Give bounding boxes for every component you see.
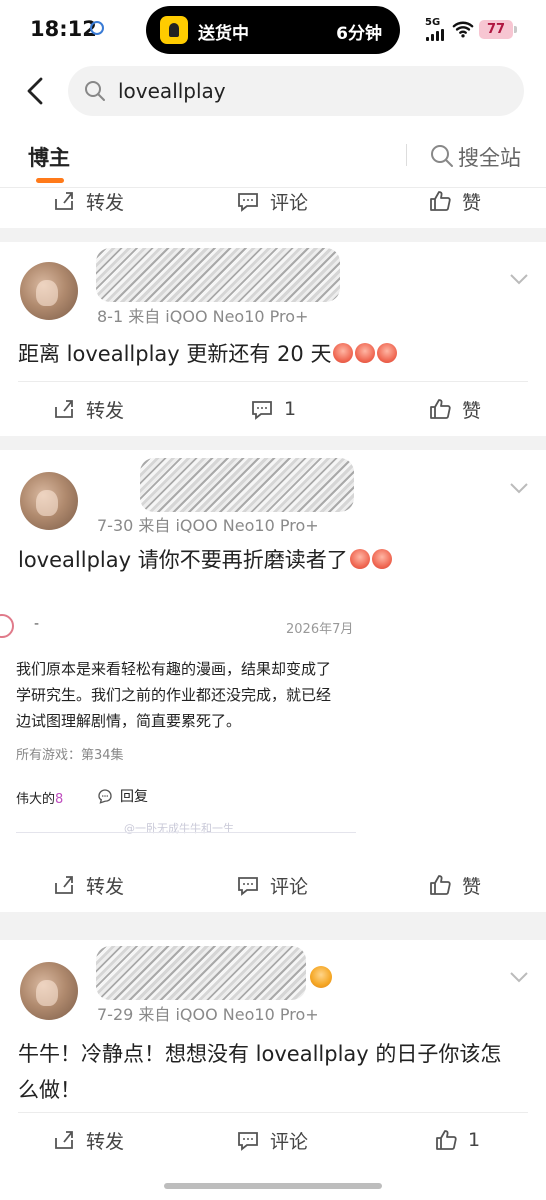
tab-blogger[interactable]: 博主 bbox=[28, 142, 70, 172]
clock: 18:12 bbox=[30, 17, 97, 41]
comment-icon bbox=[238, 1132, 258, 1151]
like-button[interactable]: 赞 bbox=[428, 176, 481, 226]
battery-level: 77 bbox=[486, 22, 506, 37]
divider bbox=[18, 381, 528, 382]
share-icon bbox=[55, 400, 73, 418]
search-all-label: 搜全站 bbox=[458, 146, 521, 170]
divider bbox=[406, 144, 407, 166]
avatar[interactable] bbox=[20, 262, 78, 320]
post-text: 牛牛！冷静点！想想没有 loveallplay 的日子你该怎 么做！ bbox=[18, 1042, 502, 1102]
delivery-app-icon bbox=[160, 16, 188, 44]
reply-button[interactable]: 回复 bbox=[96, 786, 148, 806]
like-button[interactable]: 赞 bbox=[428, 384, 481, 434]
comment-icon bbox=[98, 789, 112, 804]
action-bar: 转发 评论 赞 bbox=[0, 176, 546, 226]
redacted-username bbox=[140, 458, 354, 512]
post-meta: 8-1 来自 iQOO Neo10 Pro+ bbox=[97, 307, 309, 326]
battery-indicator: 77 bbox=[479, 20, 517, 39]
comment-button[interactable]: 1 bbox=[250, 384, 296, 434]
like-button[interactable]: 1 bbox=[434, 1115, 480, 1165]
quote-date: 2026年7月 bbox=[286, 622, 354, 637]
island-status: 送货中 bbox=[198, 24, 249, 44]
search-icon bbox=[431, 145, 453, 167]
emoji-icon bbox=[349, 549, 370, 569]
post-meta: 7-30 来自 iQOO Neo10 Pro+ bbox=[97, 516, 319, 535]
post-separator bbox=[0, 228, 546, 242]
divider bbox=[18, 1112, 528, 1113]
emoji-icon bbox=[355, 343, 376, 363]
avatar bbox=[0, 614, 14, 638]
network-type: 5G bbox=[425, 17, 441, 28]
redacted-username bbox=[96, 946, 306, 1000]
island-eta: 6分钟 bbox=[336, 24, 382, 44]
redacted-username bbox=[96, 248, 340, 302]
comment-button[interactable]: 评论 bbox=[236, 1115, 308, 1165]
emoji-icon bbox=[333, 343, 354, 363]
chevron-down-icon[interactable] bbox=[508, 268, 530, 290]
action-bar: 转发 1 赞 bbox=[0, 384, 546, 434]
quote-body: 我们原本是来看轻松有趣的漫画，结果却变成了 学研究生。我们之前的作业都还没完成，… bbox=[16, 660, 332, 730]
avatar[interactable] bbox=[20, 472, 78, 530]
home-indicator[interactable] bbox=[164, 1183, 382, 1189]
signal-icon bbox=[426, 29, 444, 41]
post-separator bbox=[0, 912, 546, 940]
thumbs-up-icon bbox=[430, 399, 451, 419]
emoji-icon bbox=[310, 966, 332, 988]
post-text: 距离 loveallplay 更新还有 20 天 bbox=[18, 336, 398, 372]
action-bar: 转发 评论 1 bbox=[0, 1115, 546, 1165]
location-icon bbox=[90, 21, 104, 35]
back-arrow-icon[interactable] bbox=[22, 76, 52, 106]
post-meta: 7-29 来自 iQOO Neo10 Pro+ bbox=[97, 1005, 319, 1024]
watermark: @一卧无成牛牛和一生 bbox=[124, 822, 234, 835]
search-input[interactable]: loveallplay bbox=[68, 66, 524, 116]
thumbs-up-icon bbox=[430, 875, 451, 895]
quote-author: - bbox=[34, 616, 40, 632]
dynamic-island[interactable]: 送货中 6分钟 bbox=[146, 6, 400, 54]
chevron-down-icon[interactable] bbox=[508, 966, 530, 988]
status-bar: 18:12 送货中 6分钟 5G 77 bbox=[0, 0, 546, 60]
quote-likes: 伟大的8 bbox=[16, 792, 64, 807]
action-bar: 转发 评论 赞 bbox=[0, 860, 546, 910]
repost-button[interactable]: 转发 bbox=[52, 384, 124, 434]
chevron-down-icon[interactable] bbox=[508, 477, 530, 499]
post-separator bbox=[0, 436, 546, 450]
comment-icon bbox=[238, 877, 258, 896]
thumbs-up-icon bbox=[430, 191, 451, 211]
search-icon bbox=[85, 81, 105, 101]
repost-button[interactable]: 转发 bbox=[52, 176, 124, 226]
like-button[interactable]: 赞 bbox=[428, 860, 481, 910]
quoted-comment-card[interactable]: - 2026年7月 我们原本是来看轻松有趣的漫画，结果却变成了 学研究生。我们之… bbox=[0, 606, 370, 836]
share-icon bbox=[55, 876, 73, 894]
repost-button[interactable]: 转发 bbox=[52, 1115, 124, 1165]
share-icon bbox=[55, 1131, 73, 1149]
search-query: loveallplay bbox=[118, 79, 226, 103]
emoji-icon bbox=[371, 549, 392, 569]
comment-button[interactable]: 评论 bbox=[236, 860, 308, 910]
post-text: loveallplay 请你不要再折磨读者了 bbox=[18, 542, 392, 578]
wifi-icon bbox=[452, 21, 474, 38]
avatar[interactable] bbox=[20, 962, 78, 1020]
emoji-icon bbox=[377, 343, 398, 363]
comment-icon bbox=[252, 401, 272, 420]
divider bbox=[16, 832, 356, 833]
share-icon bbox=[55, 192, 73, 210]
comment-button[interactable]: 评论 bbox=[236, 176, 308, 226]
repost-button[interactable]: 转发 bbox=[52, 860, 124, 910]
thumbs-up-icon bbox=[436, 1130, 457, 1150]
comment-icon bbox=[238, 193, 258, 212]
quote-tag: 所有游戏：第34集 bbox=[16, 748, 124, 763]
